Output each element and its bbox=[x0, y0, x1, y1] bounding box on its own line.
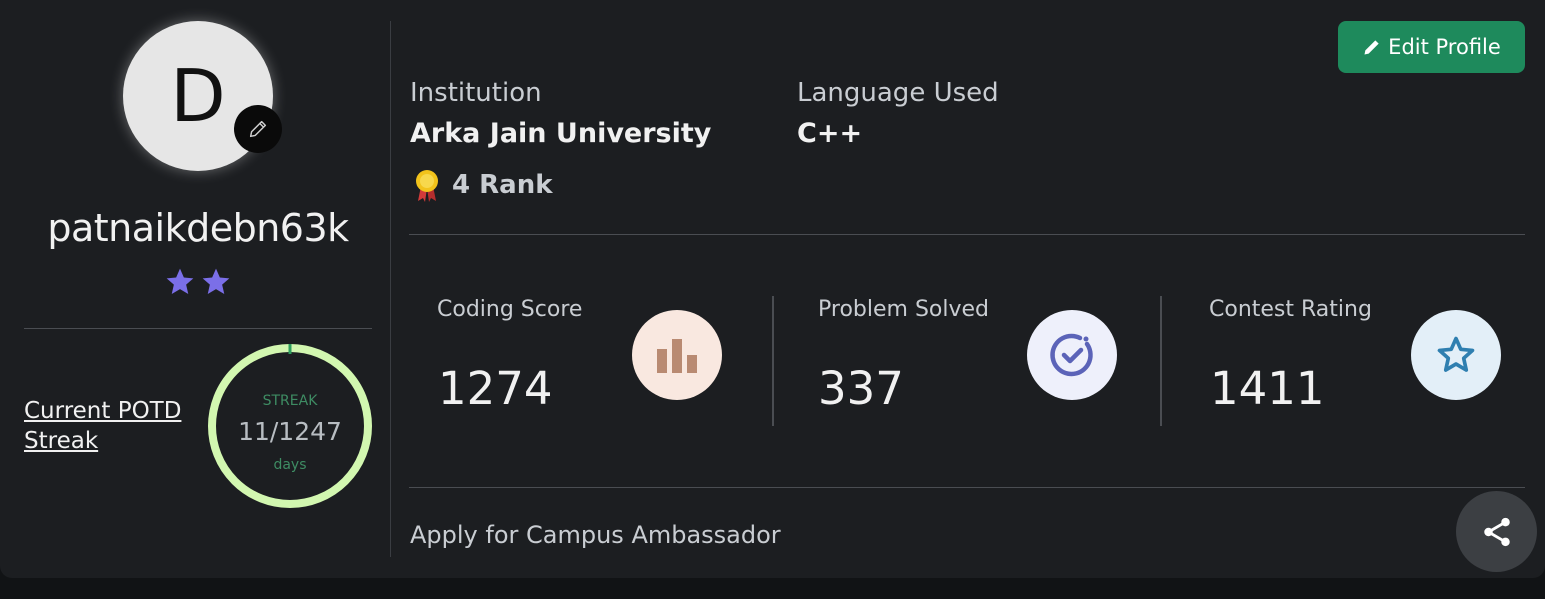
language-label: Language Used bbox=[797, 78, 999, 108]
avatar-initial: D bbox=[170, 54, 226, 138]
institution-value: Arka Jain University bbox=[410, 118, 712, 149]
streak-count: 11/1247 bbox=[238, 417, 342, 446]
section-divider bbox=[409, 234, 1525, 235]
rank: 4 Rank bbox=[412, 168, 553, 202]
problem-solved-value: 337 bbox=[818, 362, 904, 415]
institution-label: Institution bbox=[410, 78, 542, 108]
edit-profile-label: Edit Profile bbox=[1388, 35, 1501, 59]
username: patnaikdebn63k bbox=[47, 206, 349, 250]
streak-counter: STREAK 11/1247 days bbox=[207, 343, 373, 509]
streak-label: STREAK bbox=[262, 393, 318, 409]
profile-card: D patnaikdebn63k Current POTD Streak STR… bbox=[0, 0, 1545, 578]
contest-rating-value: 1411 bbox=[1210, 362, 1325, 415]
avatar-edit-button[interactable] bbox=[234, 105, 282, 153]
share-button[interactable] bbox=[1456, 491, 1537, 572]
contest-rating-label: Contest Rating bbox=[1209, 297, 1372, 322]
coding-score-value: 1274 bbox=[438, 362, 553, 415]
streak-unit: days bbox=[273, 457, 307, 473]
language-value: C++ bbox=[797, 118, 863, 149]
left-divider bbox=[24, 328, 372, 329]
bar-chart-icon bbox=[632, 310, 722, 400]
potd-streak-link[interactable]: Current POTD Streak bbox=[24, 396, 204, 456]
column-divider bbox=[390, 21, 391, 557]
star-icon bbox=[202, 268, 230, 294]
rating-stars bbox=[24, 266, 372, 298]
medal-icon bbox=[416, 170, 438, 202]
star-icon bbox=[166, 268, 194, 294]
rank-text: 4 Rank bbox=[452, 170, 553, 200]
section-divider bbox=[409, 487, 1525, 488]
star-icon bbox=[1411, 310, 1501, 400]
pencil-icon bbox=[1364, 40, 1379, 55]
problem-solved-label: Problem Solved bbox=[818, 297, 989, 322]
stat-separator bbox=[1160, 296, 1162, 426]
coding-score-label: Coding Score bbox=[437, 297, 583, 322]
stat-separator bbox=[772, 296, 774, 426]
share-icon bbox=[1483, 517, 1510, 546]
pencil-icon bbox=[249, 120, 267, 138]
campus-ambassador-link[interactable]: Apply for Campus Ambassador bbox=[410, 521, 781, 549]
edit-profile-button[interactable]: Edit Profile bbox=[1338, 21, 1525, 73]
check-circle-icon bbox=[1027, 310, 1117, 400]
